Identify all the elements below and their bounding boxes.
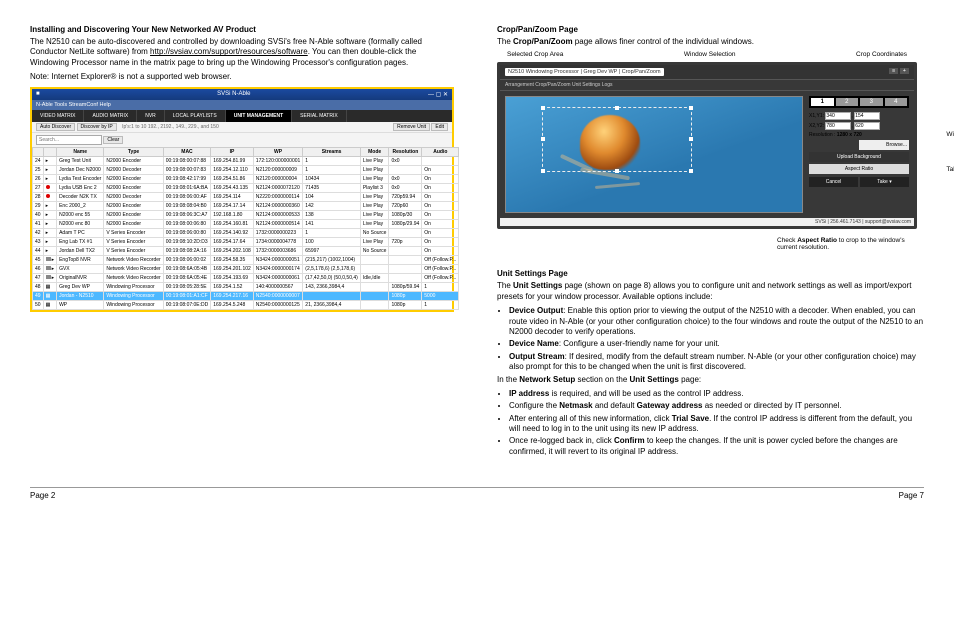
x1-input[interactable] [825, 112, 851, 120]
table-row[interactable]: 41▸N2000 enc 80N2000 Encoder00:19:08:00:… [33, 219, 459, 228]
callout-crop-coords: Crop Coordinates [856, 51, 907, 58]
crop-app-window: N2510 Windowing Processor | Greg Dev WP … [497, 62, 917, 229]
discover-by-ip-button[interactable]: Discover by IP [77, 123, 117, 131]
browse-button[interactable]: Browse... [859, 140, 909, 150]
table-row[interactable]: 50▦WPWindowing Processor00:19:08:07:0E:D… [33, 300, 459, 309]
toolbar: Auto Discover Discover by IP Ip's:1 to 1… [32, 122, 452, 132]
crop-footer: SVSi | 256.461.7143 | support@svsiav.com [500, 218, 914, 226]
table-row[interactable]: 48▦Greg Dev WPWindowing Processor00:19:0… [33, 282, 459, 291]
edit-button[interactable]: Edit [431, 123, 448, 131]
callout-take-settings: Take Settings [946, 166, 954, 173]
table-row[interactable]: 24▸Greg Test UnitN2000 Encoder00:19:08:0… [33, 156, 459, 165]
tab-nvr[interactable]: NVR [137, 110, 165, 122]
callout-window-selection: Window Selection [684, 51, 736, 58]
footer-right: Page 7 [899, 491, 924, 500]
list-item: Output Stream: If desired, modify from t… [509, 352, 924, 373]
crop-image-area[interactable] [505, 96, 803, 213]
list-item: Once re-logged back in, click Confirm to… [509, 436, 924, 457]
y2-input[interactable] [854, 122, 880, 130]
unit-table: NameTypeMACIPWPStreamsModeResolutionAudi… [32, 147, 459, 310]
callout-aspect-ratio: Check Aspect Ratio to crop to the window… [777, 237, 907, 251]
tab-unit-management[interactable]: UNIT MANAGEMENT [226, 110, 292, 122]
table-row[interactable]: 49▦Jordan - N2510Windowing Processor00:1… [33, 291, 459, 300]
list-item: Configure the Netmask and default Gatewa… [509, 401, 924, 411]
table-row[interactable]: 46▸GVXNetwork Video Recorder00:19:08:6A:… [33, 264, 459, 273]
table-row[interactable]: 27Lydia USB Enc 2N2000 Encoder00:19:08:0… [33, 183, 459, 192]
x2-input[interactable] [825, 122, 851, 130]
window-selector[interactable]: 1234 [809, 96, 909, 108]
coord-x1y1: X1,Y1: , [809, 112, 909, 120]
crop-selection-box[interactable] [542, 107, 692, 172]
table-row[interactable]: 26▸Lydia Test EncoderN2000 Encoder00:19:… [33, 174, 459, 183]
list-item: Device Output: Enable this option prior … [509, 306, 924, 337]
tab-local-playlists[interactable]: LOCAL PLAYLISTS [165, 110, 226, 122]
tab-audio-matrix[interactable]: AUDIO MATRIX [84, 110, 137, 122]
table-row[interactable]: 40▸N2000 enc 55N2000 Encoder00:19:08:06:… [33, 210, 459, 219]
crop-tabs[interactable]: Arrangement Crop/Pan/Zoom Unit Settings … [500, 80, 914, 91]
search-input[interactable] [36, 135, 102, 145]
upload-background-button[interactable]: Upload Background [809, 152, 909, 162]
y1-input[interactable] [854, 112, 880, 120]
menu-bar[interactable]: N-Able Tools StreamConf Help [32, 100, 452, 110]
menu-icon[interactable]: ≡ [889, 68, 898, 74]
list-item: Device Name: Configure a user-friendly n… [509, 339, 924, 349]
nable-app-window: ■ SVSi N-Able — ▢ ✕ N-Able Tools StreamC… [30, 87, 454, 312]
cpz-intro: The Crop/Pan/Zoom page allows finer cont… [497, 37, 924, 47]
tab-video-matrix[interactable]: VIDEO MATRIX [32, 110, 84, 122]
network-setup-list: IP address is required, and will be used… [497, 389, 924, 457]
table-row[interactable]: 44▸Jordan Dell TX2V Series Encoder00:19:… [33, 246, 459, 255]
left-heading: Installing and Discovering Your New Netw… [30, 25, 457, 34]
left-para: The N2510 can be auto-discovered and con… [30, 37, 457, 68]
cancel-button[interactable]: Cancel [809, 177, 858, 187]
us-heading: Unit Settings Page [497, 269, 924, 278]
aspect-ratio-button[interactable]: Aspect Ratio [809, 164, 909, 174]
ns-intro: In the Network Setup section on the Unit… [497, 375, 924, 385]
tab-serial-matrix[interactable]: SERIAL MATRIX [292, 110, 347, 122]
crop-breadcrumb: N2510 Windowing Processor | Greg Dev WP … [500, 65, 914, 80]
window-controls[interactable]: — ▢ ✕ [428, 91, 448, 98]
footer-left: Page 2 [30, 491, 55, 500]
crop-figure: Selected Crop Area Window Selection Crop… [497, 51, 917, 251]
callout-window-resolution: Window Resolution [946, 131, 954, 138]
table-row[interactable]: 45▸EngTop8 NVRNetwork Video Recorder00:1… [33, 255, 459, 264]
auto-discover-button[interactable]: Auto Discover [36, 123, 75, 131]
table-row[interactable]: 43▸Eng Lab TX #1V Series Encoder00:19:08… [33, 237, 459, 246]
resolution-readout: Resolution : 1280 x 720 [809, 132, 909, 138]
page-footer: Page 2 Page 7 [30, 487, 924, 500]
us-intro: The Unit Settings page (shown on page 8)… [497, 281, 924, 302]
take-button[interactable]: Take ▾ [860, 177, 909, 187]
table-row[interactable]: 29▸Enc 2000_2N2000 Encoder00:19:08:08:04… [33, 201, 459, 210]
remove-unit-button[interactable]: Remove Unit [393, 123, 430, 131]
unit-settings-list: Device Output: Enable this option prior … [497, 306, 924, 372]
clear-button[interactable]: Clear [103, 136, 123, 144]
table-row[interactable]: 42▸Adam T PCV Series Encoder00:19:08:06:… [33, 228, 459, 237]
left-note: Note: Internet Explorer® is not a suppor… [30, 72, 457, 82]
table-row[interactable]: 47▸OriginalNVRNetwork Video Recorder00:1… [33, 273, 459, 282]
add-icon[interactable]: + [900, 68, 909, 74]
support-link[interactable]: http://svsiav.com/support/resources/soft… [150, 47, 308, 56]
table-row[interactable]: 25▸Jordan Dec N2000N2000 Decoder00:19:08… [33, 165, 459, 174]
list-item: After entering all of this new informati… [509, 414, 924, 435]
coord-x2y2: X2,Y2: , [809, 122, 909, 130]
cpz-heading: Crop/Pan/Zoom Page [497, 25, 924, 34]
table-row[interactable]: 28Decoder N2K TXN2000 Decoder00:19:08:06… [33, 192, 459, 201]
title-bar: ■ SVSi N-Able — ▢ ✕ [32, 89, 452, 100]
list-item: IP address is required, and will be used… [509, 389, 924, 399]
callout-crop-area: Selected Crop Area [507, 51, 563, 58]
